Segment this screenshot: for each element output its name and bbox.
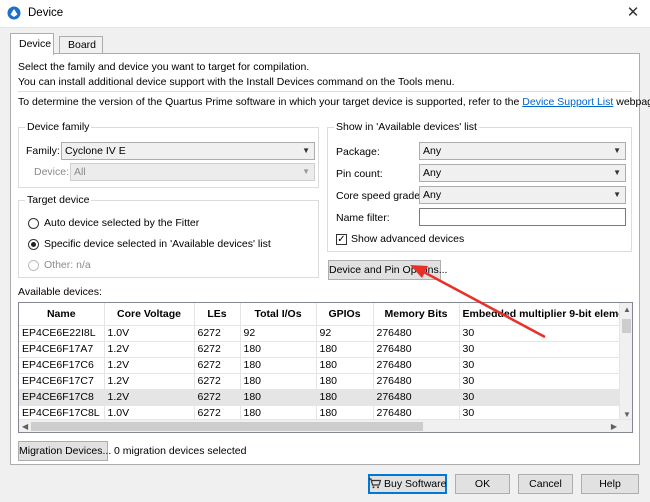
help-button[interactable]: Help xyxy=(581,474,639,494)
cancel-button[interactable]: Cancel xyxy=(518,474,573,494)
cart-icon xyxy=(369,477,382,495)
ok-button[interactable]: OK xyxy=(455,474,510,494)
buy-software-label: Buy Software xyxy=(384,478,447,490)
tab-device[interactable]: Device xyxy=(10,33,54,55)
annotation-arrow-icon xyxy=(410,265,546,339)
buy-software-button[interactable]: Buy Software xyxy=(368,474,447,494)
